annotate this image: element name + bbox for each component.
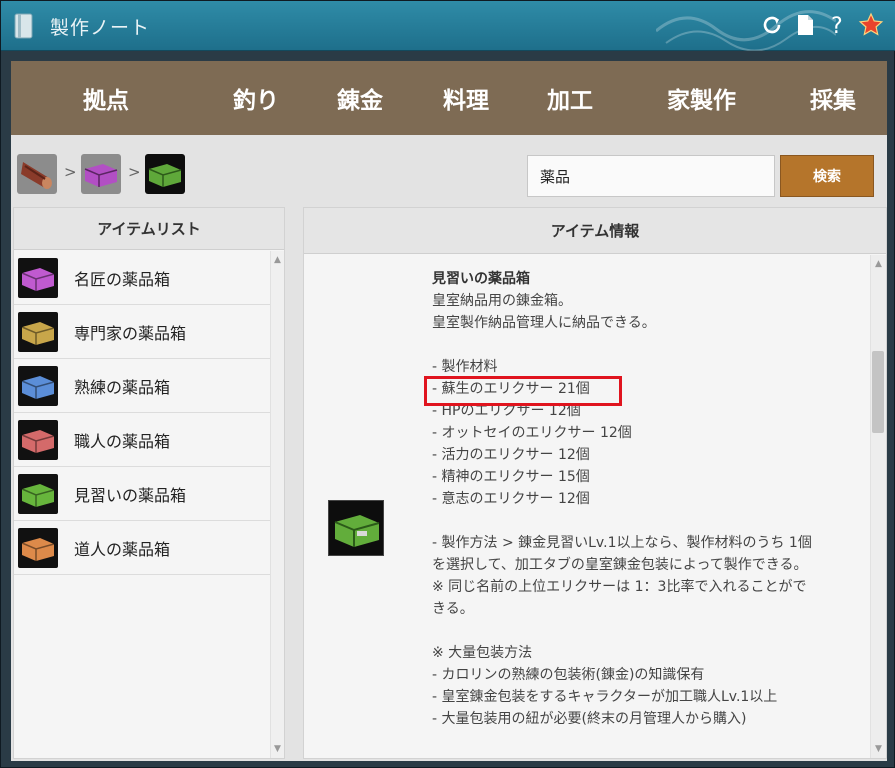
category-nav: 拠点 釣り 錬金 料理 加工 家製作 採集 <box>11 61 887 135</box>
item-description-line: - 精神のエリクサー 15個 <box>432 469 590 485</box>
scroll-down-icon[interactable]: ▼ <box>871 744 886 754</box>
item-description-line: - 製作材料 <box>432 359 498 375</box>
help-icon[interactable]: ? <box>824 11 851 39</box>
list-item[interactable]: 道人の薬品箱 <box>14 521 270 575</box>
refresh-icon[interactable] <box>758 11 785 39</box>
crafting-notes-window: 製作ノート ? 拠点 釣り 錬金 料理 加工 家製作 採集 > > 薬品 検索 … <box>0 0 895 768</box>
scroll-up-icon[interactable]: ▲ <box>871 259 886 269</box>
highlight-box <box>424 376 622 406</box>
item-description-line: - 皇室錬金包装をするキャラクターが加工職人Lv.1以上 <box>432 689 778 705</box>
item-list-panel: アイテムリスト 名匠の薬品箱 専門家の薬品箱 熟練の薬品箱 職人の薬品箱 見習いの薬品箱… <box>13 207 285 759</box>
main-panel: 拠点 釣り 錬金 料理 加工 家製作 採集 > > 薬品 検索 アイテムリスト … <box>11 61 887 761</box>
tab-fishing[interactable]: 釣り <box>233 81 279 115</box>
item-description-line: ※ 大量包装方法 <box>432 645 533 661</box>
list-item-label: 専門家の薬品箱 <box>74 323 187 343</box>
star-icon[interactable] <box>857 11 884 39</box>
medicine-box-icon <box>18 473 58 514</box>
list-item-label: 名匠の薬品箱 <box>74 269 171 289</box>
scroll-up-icon[interactable]: ▲ <box>271 255 284 265</box>
item-description-line: - 活力のエリクサー 12個 <box>432 447 590 463</box>
list-item[interactable]: 名匠の薬品箱 <box>14 251 270 305</box>
item-info-scrollbar[interactable]: ▲ ▼ <box>870 255 886 758</box>
item-description-line: - カロリンの熟練の包装術(錬金)の知識保有 <box>432 667 705 683</box>
medicine-box-icon <box>18 527 58 568</box>
search-button[interactable]: 検索 <box>780 155 874 197</box>
tab-base[interactable]: 拠点 <box>83 81 129 115</box>
item-name: 見習いの薬品箱 <box>432 271 530 287</box>
item-description-line: - 製作方法 > 錬金見習いLv.1以上なら、製作材料のうち 1個 <box>432 535 812 551</box>
svg-text:?: ? <box>831 14 843 38</box>
item-description-line: きる。 <box>432 601 474 617</box>
item-description-line: 皇室納品用の錬金箱。 <box>432 293 572 309</box>
item-info-panel: アイテム情報 見習いの薬品箱 皇室納品用の錬金箱。皇室製作納品管理人に納品できる… <box>303 207 887 759</box>
tab-alchemy[interactable]: 錬金 <box>337 81 383 115</box>
list-item-label: 熟練の薬品箱 <box>74 377 171 397</box>
scroll-down-icon[interactable]: ▼ <box>271 744 284 754</box>
item-info-header: アイテム情報 <box>304 208 886 254</box>
list-item-label: 見習いの薬品箱 <box>74 485 187 505</box>
tab-processing[interactable]: 加工 <box>547 81 593 115</box>
breadcrumb-separator: > <box>128 163 141 181</box>
window-title: 製作ノート <box>50 17 151 39</box>
item-description-line: 皇室製作納品管理人に納品できる。 <box>432 315 656 331</box>
item-description-line: - オットセイのエリクサー 12個 <box>432 425 632 441</box>
item-list-scrollbar[interactable]: ▲ ▼ <box>270 251 284 758</box>
item-description-line: - 意志のエリクサー 12個 <box>432 491 590 507</box>
list-item[interactable]: 専門家の薬品箱 <box>14 305 270 359</box>
list-item-label: 職人の薬品箱 <box>74 431 171 451</box>
page-icon[interactable] <box>791 11 818 39</box>
title-bar: 製作ノート ? <box>1 1 895 51</box>
tab-cooking[interactable]: 料理 <box>443 81 489 115</box>
list-item-label: 道人の薬品箱 <box>74 539 171 559</box>
book-icon <box>14 13 33 39</box>
breadcrumb-purple-box-icon[interactable] <box>81 154 121 194</box>
medicine-box-icon <box>18 419 58 460</box>
breadcrumb-green-box-icon[interactable] <box>145 154 185 194</box>
list-item[interactable]: 熟練の薬品箱 <box>14 359 270 413</box>
tab-house-crafting[interactable]: 家製作 <box>667 81 736 115</box>
breadcrumb-log-icon[interactable] <box>17 154 57 194</box>
item-description-line: を選択して、加工タブの皇室錬金包装によって製作できる。 <box>432 557 808 573</box>
search-input[interactable] <box>527 155 775 197</box>
tab-gathering[interactable]: 採集 <box>810 81 856 115</box>
item-list-header: アイテムリスト <box>14 208 284 250</box>
item-box-icon <box>328 500 384 556</box>
medicine-box-icon <box>18 257 58 298</box>
item-description-line: - 大量包装用の紐が必要(終末の月管理人から購入) <box>432 711 747 727</box>
scroll-thumb[interactable] <box>872 351 884 433</box>
list-item[interactable]: 職人の薬品箱 <box>14 413 270 467</box>
medicine-box-icon <box>18 311 58 352</box>
item-description-line: ※ 同じ名前の上位エリクサーは 1：3比率で入れることがで <box>432 579 807 595</box>
list-item[interactable]: 見習いの薬品箱 <box>14 467 270 521</box>
breadcrumb-separator: > <box>64 163 77 181</box>
medicine-box-icon <box>18 365 58 406</box>
